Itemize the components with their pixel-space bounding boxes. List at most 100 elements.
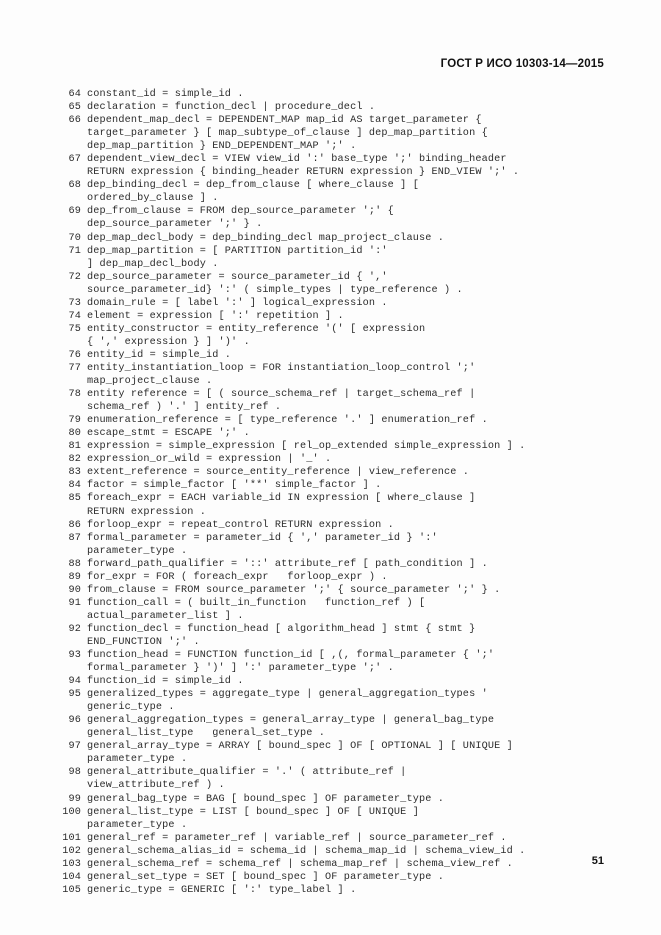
- rule-first-line: 69 dep_from_clause = FROM dep_source_para…: [58, 205, 638, 218]
- rule-text: enumeration_reference = [ type_reference…: [87, 415, 488, 427]
- grammar-rule: 65 declaration = function_decl | procedur…: [58, 101, 638, 114]
- rule-text: function_id = simple_id .: [87, 676, 244, 688]
- rule-number: 98: [68, 767, 81, 779]
- rule-text: expression = simple_expression [ rel_op_…: [87, 441, 526, 453]
- rule-number: 100: [62, 806, 81, 818]
- rule-text: dep_binding_decl = dep_from_clause [ whe…: [87, 180, 419, 192]
- rule-text: general_attribute_qualifier = '.' ( attr…: [87, 767, 407, 779]
- rule-text: schema_ref ) '.' ] entity_ref .: [87, 402, 282, 414]
- rule-continuation-line: 96general_list_type general_set_type .: [58, 727, 638, 740]
- rule-first-line: 91 function_call = ( built_in_function fu…: [58, 597, 638, 610]
- rule-number: 96: [68, 715, 81, 727]
- grammar-rule: 86 forloop_expr = repeat_control RETURN e…: [58, 519, 638, 532]
- rule-number: 70: [68, 232, 81, 244]
- grammar-production-listing: 64 constant_id = simple_id . 65 declaration…: [58, 88, 638, 897]
- rule-first-line: 68 dep_binding_decl = dep_from_clause [ w…: [58, 179, 638, 192]
- rule-continuation-line: 66target_parameter } [ map_subtype_of_cl…: [58, 127, 638, 140]
- rule-continuation-line: 75{ ',' expression } ] ')' .: [58, 336, 638, 349]
- document-page: ГОСТ Р ИСО 10303-14—2015 64 constant_id =…: [0, 0, 661, 935]
- rule-text: general_aggregation_types = general_arra…: [87, 715, 495, 727]
- rule-continuation-line: 66dep_map_partition } END_DEPENDENT_MAP …: [58, 140, 638, 153]
- grammar-rule: 77 entity_instantiation_loop = FOR instan…: [58, 362, 638, 388]
- rule-first-line: 96 general_aggregation_types = general_ar…: [58, 714, 638, 727]
- grammar-rule: 92 function_decl = function_head [ algori…: [58, 623, 638, 649]
- grammar-rule: 85 foreach_expr = EACH variable_id IN exp…: [58, 492, 638, 518]
- grammar-rule: 74 element = expression [ ':' repetition …: [58, 310, 638, 323]
- rule-text: RETURN expression { binding_header RETUR…: [87, 167, 520, 179]
- rule-continuation-line: 68ordered_by_clause ] .: [58, 192, 638, 205]
- rule-text: forward_path_qualifier = '::' attribute_…: [87, 558, 488, 570]
- rule-text: dep_source_parameter ';' } .: [87, 219, 263, 231]
- rule-continuation-line: 92END_FUNCTION ';' .: [58, 636, 638, 649]
- rule-number: 65: [68, 102, 81, 114]
- rule-text: domain_rule = [ label ':' ] logical_expr…: [87, 297, 388, 309]
- rule-first-line: 100 general_list_type = LIST [ bound_spec…: [58, 806, 638, 819]
- rule-first-line: 89 for_expr = FOR ( foreach_expr forloop_…: [58, 571, 638, 584]
- rule-first-line: 104 general_set_type = SET [ bound_spec ]…: [58, 871, 638, 884]
- rule-text: forloop_expr = repeat_control RETURN exp…: [87, 519, 394, 531]
- grammar-rule: 72 dep_source_parameter = source_paramete…: [58, 271, 638, 297]
- rule-first-line: 86 forloop_expr = repeat_control RETURN e…: [58, 519, 638, 532]
- grammar-rule: 67 dependent_view_decl = VIEW view_id ':'…: [58, 153, 638, 179]
- rule-text: entity_id = simple_id .: [87, 349, 232, 361]
- rule-text: formal_parameter = parameter_id { ',' pa…: [87, 532, 438, 544]
- rule-text: constant_id = simple_id .: [87, 89, 244, 100]
- grammar-rule: 90 from_clause = FROM source_parameter ';…: [58, 584, 638, 597]
- grammar-rule: 81 expression = simple_expression [ rel_o…: [58, 440, 638, 453]
- rule-text: general_schema_alias_id = schema_id | sc…: [87, 845, 526, 857]
- grammar-rule: 75 entity_constructor = entity_reference …: [58, 323, 638, 349]
- rule-text: general_list_type general_set_type .: [87, 728, 326, 740]
- rule-number: 99: [68, 793, 81, 805]
- page-number: 51: [591, 855, 604, 867]
- rule-continuation-line: 77map_project_clause .: [58, 375, 638, 388]
- rule-text: declaration = function_decl | procedure_…: [87, 102, 376, 114]
- rule-number: 84: [68, 480, 81, 492]
- rule-number: 82: [68, 454, 81, 466]
- grammar-rule: 69 dep_from_clause = FROM dep_source_para…: [58, 205, 638, 231]
- rule-number: 89: [68, 571, 81, 583]
- rule-number: 78: [68, 389, 81, 401]
- rule-text: from_clause = FROM source_parameter ';' …: [87, 584, 501, 596]
- rule-text: dep_map_partition = [ PARTITION partitio…: [87, 245, 388, 257]
- grammar-rule: 102 general_schema_alias_id = schema_id |…: [58, 845, 638, 858]
- rule-first-line: 81 expression = simple_expression [ rel_o…: [58, 440, 638, 453]
- rule-number: 69: [68, 206, 81, 218]
- rule-number: 73: [68, 297, 81, 309]
- rule-text: parameter_type .: [87, 545, 188, 557]
- rule-text: parameter_type .: [87, 819, 188, 831]
- rule-text: map_project_clause .: [87, 376, 213, 388]
- rule-number: 77: [68, 362, 81, 374]
- rule-number: 87: [68, 532, 81, 544]
- grammar-rule: 76 entity_id = simple_id .: [58, 349, 638, 362]
- rule-text: target_parameter } [ map_subtype_of_clau…: [87, 128, 488, 140]
- rule-number: 79: [68, 415, 81, 427]
- rule-first-line: 82 expression_or_wild = expression | '_' …: [58, 453, 638, 466]
- rule-first-line: 78 entity reference = [ ( source_schema_r…: [58, 388, 638, 401]
- rule-number: 102: [62, 845, 81, 857]
- grammar-rule: 100 general_list_type = LIST [ bound_spec…: [58, 806, 638, 832]
- rule-number: 92: [68, 623, 81, 635]
- rule-text: actual_parameter_list ] .: [87, 610, 244, 622]
- rule-number: 93: [68, 650, 81, 662]
- grammar-rule: 99 general_bag_type = BAG [ bound_spec ] …: [58, 793, 638, 806]
- rule-number: 68: [68, 180, 81, 192]
- rule-text: dep_map_decl_body = dep_binding_decl map…: [87, 232, 445, 244]
- rule-first-line: 65 declaration = function_decl | procedur…: [58, 101, 638, 114]
- rule-first-line: 88 forward_path_qualifier = '::' attribut…: [58, 558, 638, 571]
- grammar-rule: 103 general_schema_ref = schema_ref | sch…: [58, 858, 638, 871]
- rule-text: source_parameter_id} ':' ( simple_types …: [87, 284, 463, 296]
- rule-continuation-line: 91actual_parameter_list ] .: [58, 610, 638, 623]
- rule-text: for_expr = FOR ( foreach_expr forloop_ex…: [87, 571, 388, 583]
- grammar-rule: 66 dependent_map_decl = DEPENDENT_MAP map…: [58, 114, 638, 153]
- rule-continuation-line: 67RETURN expression { binding_header RET…: [58, 166, 638, 179]
- rule-number: 66: [68, 115, 81, 127]
- rule-first-line: 79 enumeration_reference = [ type_referen…: [58, 414, 638, 427]
- rule-number: 64: [68, 89, 81, 100]
- rule-first-line: 98 general_attribute_qualifier = '.' ( at…: [58, 766, 638, 779]
- rule-number: 91: [68, 597, 81, 609]
- rule-first-line: 97 general_array_type = ARRAY [ bound_spe…: [58, 740, 638, 753]
- rule-continuation-line: 97parameter_type .: [58, 753, 638, 766]
- rule-number: 71: [68, 245, 81, 257]
- rule-text: extent_reference = source_entity_referen…: [87, 467, 470, 479]
- grammar-rule: 97 general_array_type = ARRAY [ bound_spe…: [58, 740, 638, 766]
